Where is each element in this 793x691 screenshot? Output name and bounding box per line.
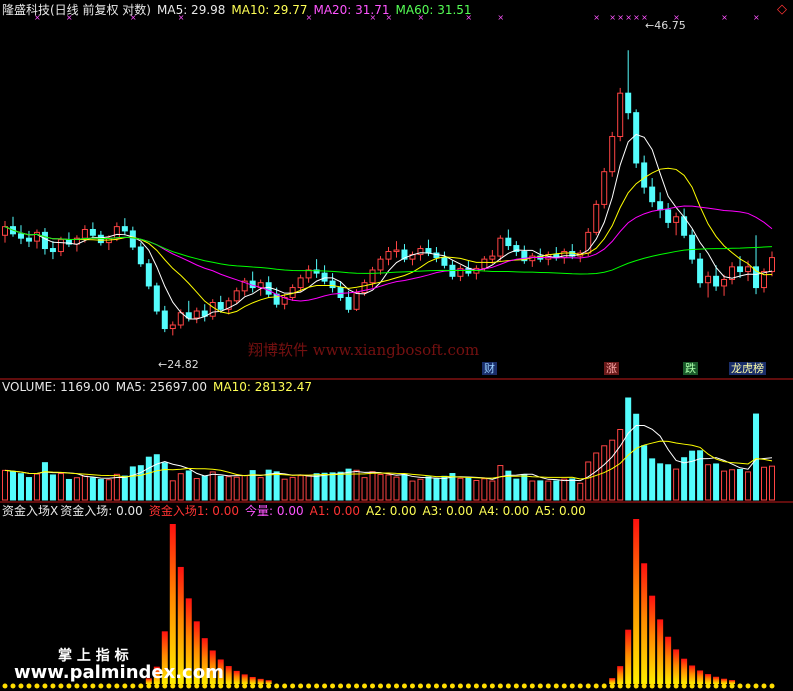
badge-dragon-tiger[interactable]: 龙虎榜 — [729, 362, 766, 375]
ma5-value: MA5: 29.98 — [157, 3, 226, 17]
kline-chart-window[interactable]: × × × × × × × × × × × × × × × × × × × 隆盛科技(日线 前复权 对数) MA5: … — [0, 0, 793, 691]
high-price-label: 46.75 — [654, 19, 686, 32]
badge-limit-up[interactable]: 涨 — [604, 362, 619, 375]
indicator-line1: 资金入场: 0.00 — [60, 504, 143, 518]
low-price-marker: ←24.82 — [158, 358, 199, 371]
indicator-a1: A1: 0.00 — [309, 504, 361, 518]
indicator-name: 资金入场X — [2, 504, 59, 518]
indicator-a3: A3: 0.00 — [422, 504, 473, 518]
watermark: 翔博软件 www.xiangbosoft.com — [248, 341, 480, 359]
ma60-value: MA60: 31.51 — [395, 3, 472, 17]
ma20-value: MA20: 31.71 — [313, 3, 390, 17]
high-price-marker: ←46.75 — [645, 19, 686, 32]
indicator-header: 资金入场X 资金入场: 0.00 资金入场1: 0.00 今量: 0.00 A1: 0.… — [2, 504, 592, 518]
badge-limit-down[interactable]: 跌 — [683, 362, 698, 375]
badge-finance[interactable]: 财 — [482, 362, 497, 375]
corner-diamond-icon[interactable]: ◇ — [777, 2, 787, 17]
volume-ma5: MA5: 25697.00 — [115, 380, 208, 394]
indicator-a2: A2: 0.00 — [366, 504, 417, 518]
ma10-value: MA10: 29.77 — [231, 3, 308, 17]
stock-title: 隆盛科技(日线 前复权 对数) — [2, 3, 151, 17]
low-price-label: 24.82 — [167, 358, 199, 371]
indicator-a5: A5: 0.00 — [535, 504, 586, 518]
logo-url: www.palmindex.com — [14, 662, 224, 683]
volume-header: VOLUME: 1169.00 MA5: 25697.00 MA10: 28132.… — [2, 380, 318, 394]
volume-value: VOLUME: 1169.00 — [2, 380, 110, 394]
indicator-line2: 资金入场1: 0.00 — [148, 504, 240, 518]
indicator-line3: 今量: 0.00 — [245, 504, 304, 518]
price-header: 隆盛科技(日线 前复权 对数) MA5: 29.98 MA10: 29.77 MA20… — [2, 3, 478, 17]
indicator-a4: A4: 0.00 — [478, 504, 530, 518]
volume-ma10: MA10: 28132.47 — [213, 380, 312, 394]
